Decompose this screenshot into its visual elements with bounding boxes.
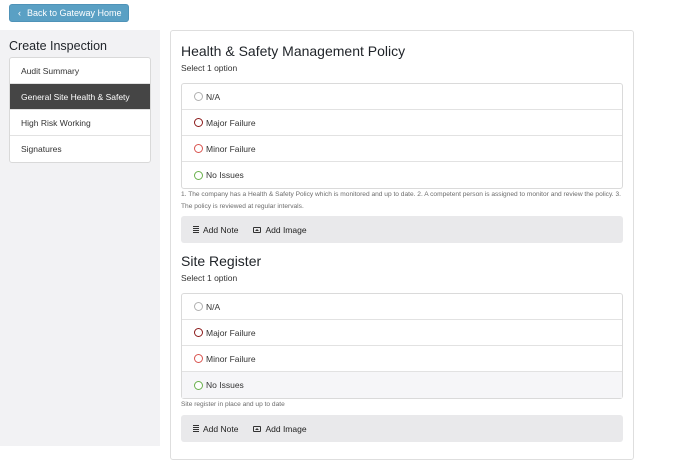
option-label: No Issues <box>206 380 244 390</box>
option-label: Major Failure <box>206 327 256 338</box>
sidebar-item-signatures[interactable]: Signatures <box>10 136 150 162</box>
radio-icon <box>194 328 203 337</box>
option-label: N/A <box>206 91 221 102</box>
option-minor-failure[interactable]: Minor Failure <box>182 136 622 162</box>
add-image-label: Add Image <box>265 423 307 434</box>
note-icon <box>193 226 199 233</box>
option-list: N/A Major Failure Minor Failure No Issue… <box>181 293 623 399</box>
option-major-failure[interactable]: Major Failure <box>182 320 622 346</box>
inspection-form: Health & Safety Management Policy Select… <box>170 30 634 460</box>
section-actions: Add Note Add Image <box>181 415 623 442</box>
section-subtitle: Select 1 option <box>181 273 238 283</box>
option-label: Minor Failure <box>206 353 256 364</box>
note-icon <box>193 425 199 432</box>
back-to-gateway-button[interactable]: ‹ Back to Gateway Home <box>9 4 129 22</box>
sidebar-nav: Audit Summary General Site Health & Safe… <box>9 57 151 163</box>
option-na[interactable]: N/A <box>182 294 622 320</box>
radio-icon <box>194 302 203 311</box>
sidebar: Create Inspection Audit Summary General … <box>0 30 160 446</box>
option-list: N/A Major Failure Minor Failure No Issue… <box>181 83 623 189</box>
add-note-button[interactable]: Add Note <box>193 225 238 235</box>
sidebar-item-audit-summary[interactable]: Audit Summary <box>10 58 150 84</box>
sidebar-item-high-risk-working[interactable]: High Risk Working <box>10 110 150 136</box>
add-image-button[interactable]: Add Image <box>253 423 307 434</box>
section-title: Health & Safety Management Policy <box>181 43 406 59</box>
add-note-label: Add Note <box>203 224 239 235</box>
chevron-left-icon: ‹ <box>18 8 21 18</box>
option-label: No Issues <box>206 170 244 180</box>
option-major-failure[interactable]: Major Failure <box>182 110 622 136</box>
radio-icon <box>194 118 203 127</box>
image-icon <box>253 425 262 432</box>
add-image-label: Add Image <box>265 224 307 235</box>
option-label: Minor Failure <box>206 143 256 154</box>
section-subtitle: Select 1 option <box>181 63 238 73</box>
section-help-text: Site register in place and up to date <box>181 401 285 408</box>
section-title: Site Register <box>181 253 262 269</box>
add-image-button[interactable]: Add Image <box>253 224 307 235</box>
option-no-issues[interactable]: No Issues <box>182 372 622 398</box>
option-label: Major Failure <box>206 117 256 128</box>
radio-icon <box>194 92 203 101</box>
back-button-label: Back to Gateway Home <box>27 8 122 18</box>
section-actions: Add Note Add Image <box>181 216 623 243</box>
add-note-label: Add Note <box>203 423 239 434</box>
radio-icon <box>194 354 203 363</box>
option-na[interactable]: N/A <box>182 84 622 110</box>
option-no-issues[interactable]: No Issues <box>182 162 622 188</box>
sidebar-item-general-site-health-safety[interactable]: General Site Health & Safety <box>10 84 150 110</box>
image-icon <box>253 226 262 233</box>
section-health-safety-policy: Health & Safety Management Policy Select… <box>181 43 623 243</box>
radio-icon <box>194 380 203 390</box>
sidebar-title: Create Inspection <box>9 39 107 53</box>
add-note-button[interactable]: Add Note <box>193 424 238 434</box>
radio-icon <box>194 170 203 180</box>
section-site-register: Site Register Select 1 option N/A Major … <box>181 253 623 442</box>
radio-icon <box>194 144 203 153</box>
option-label: N/A <box>206 301 221 312</box>
section-help-text: 1. The company has a Health & Safety Pol… <box>181 191 621 210</box>
option-minor-failure[interactable]: Minor Failure <box>182 346 622 372</box>
